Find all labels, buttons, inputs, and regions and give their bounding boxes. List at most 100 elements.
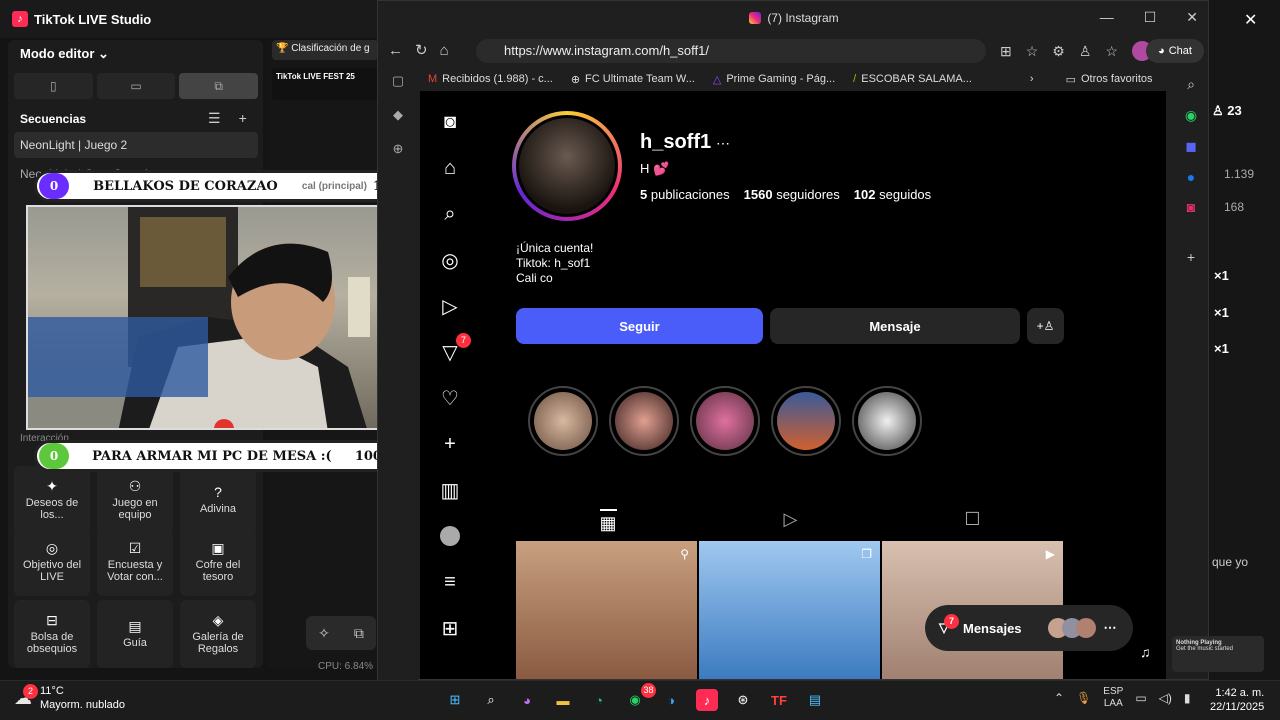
- post-thumbnail[interactable]: ⚲: [516, 541, 697, 679]
- suggest-user-icon[interactable]: +♙: [1027, 308, 1064, 344]
- obs-icon[interactable]: ⊛: [732, 689, 754, 711]
- direct-icon[interactable]: ▽ 7: [437, 333, 471, 365]
- tool-gift-bag[interactable]: ⊟ Bolsa de obsequios: [14, 600, 90, 668]
- chevron-up-icon[interactable]: ⌃: [1054, 691, 1064, 705]
- reels-icon[interactable]: ▷: [437, 293, 463, 319]
- whatsapp-icon[interactable]: ◉: [1185, 107, 1197, 124]
- favorite-fc[interactable]: ⊕ FC Ultimate Team W...: [571, 73, 695, 86]
- home-icon[interactable]: ⌂: [440, 42, 449, 59]
- search-icon[interactable]: ⌕: [480, 689, 502, 711]
- livefest-banner[interactable]: TikTok LIVE FEST 25: [272, 68, 378, 100]
- volume-icon[interactable]: ◁): [1159, 691, 1172, 705]
- tagged-tab-icon[interactable]: ☐: [964, 509, 980, 539]
- message-button[interactable]: Mensaje: [770, 308, 1020, 344]
- app-icon[interactable]: ◆: [393, 107, 403, 123]
- reels-tab-icon[interactable]: ▷: [784, 509, 798, 539]
- posts-grid-icon[interactable]: ▦: [599, 509, 617, 539]
- add-icon[interactable]: +: [1187, 249, 1195, 265]
- favorite-escobar[interactable]: / ESCOBAR SALAMA...: [853, 73, 972, 85]
- profile-picture[interactable]: [512, 111, 622, 221]
- copilot-chat-button[interactable]: ◕ Chat: [1146, 39, 1204, 63]
- close-icon[interactable]: ✕: [1244, 10, 1257, 30]
- edit-layout-icon[interactable]: ⧉: [354, 625, 364, 642]
- mode-editor-dropdown[interactable]: Modo editor ⌄: [20, 46, 109, 62]
- extensions-icon[interactable]: ⚙: [1052, 43, 1065, 60]
- close-icon[interactable]: ✕: [1186, 9, 1198, 26]
- landscape-layout-button[interactable]: ▭: [96, 73, 176, 99]
- whatsapp-icon[interactable]: ◉ 38: [624, 683, 656, 711]
- story-highlight[interactable]: [771, 386, 841, 456]
- clock[interactable]: 1:42 a. m. 22/11/2025: [1210, 686, 1264, 714]
- following-count[interactable]: 102 seguidos: [854, 187, 931, 202]
- add-icon[interactable]: +: [239, 110, 247, 127]
- tool-guide[interactable]: ▤ Guía: [97, 600, 173, 668]
- search-icon[interactable]: ⌕: [437, 201, 463, 227]
- messages-pill[interactable]: ▽ 7 Mensajes ⋯: [925, 605, 1133, 651]
- reload-icon[interactable]: ↻: [415, 41, 428, 59]
- threads-icon[interactable]: ⊞: [437, 615, 463, 641]
- menu-icon[interactable]: ≡: [437, 569, 463, 595]
- file-explorer-icon[interactable]: ▬: [552, 689, 574, 711]
- dual-layout-button[interactable]: ⧉: [179, 73, 259, 99]
- now-playing-widget[interactable]: Nothing Playing Get the music started: [1172, 636, 1264, 672]
- music-note-icon[interactable]: ♫: [1140, 644, 1151, 660]
- home-icon[interactable]: ⌂: [437, 155, 463, 181]
- language-indicator[interactable]: ESP LAA: [1103, 686, 1123, 710]
- create-icon[interactable]: +: [437, 431, 463, 457]
- tool-gift-gallery[interactable]: ◈ Galería de Regalos: [180, 600, 256, 668]
- tool-live-goal[interactable]: ◎ Objetivo del LIVE: [14, 528, 90, 596]
- post-thumbnail[interactable]: ❐: [699, 541, 880, 679]
- world-icon[interactable]: ⊕: [393, 141, 404, 157]
- notepad-icon[interactable]: ▤: [804, 689, 826, 711]
- profile-avatar-icon[interactable]: [437, 523, 463, 549]
- tool-poll[interactable]: ☑ Encuesta y Votar con...: [97, 528, 173, 596]
- instagram-icon[interactable]: ◙: [1187, 199, 1195, 215]
- tool-wishes[interactable]: ✦ Deseos de los...: [14, 466, 90, 534]
- favorite-star-icon[interactable]: ☆: [1026, 43, 1039, 60]
- windows-start-icon[interactable]: ⊞: [444, 689, 466, 711]
- collections-icon[interactable]: ☆: [1105, 43, 1118, 60]
- sequence-item[interactable]: NeonLight | Juego 2: [14, 132, 258, 158]
- search-icon[interactable]: ⌕: [1187, 76, 1195, 93]
- minimize-icon[interactable]: —: [1100, 9, 1114, 26]
- tf-app-icon[interactable]: TF: [768, 689, 790, 711]
- network-icon[interactable]: ▭: [1135, 691, 1146, 705]
- microphone-icon[interactable]: 🎙: [1076, 691, 1091, 705]
- apps-icon[interactable]: ⊞: [1000, 43, 1012, 60]
- other-favorites[interactable]: ▭ Otros favoritos: [1066, 73, 1153, 86]
- portrait-layout-button[interactable]: ▯: [14, 73, 93, 99]
- heart-icon[interactable]: ♡: [437, 385, 463, 411]
- vpn-icon[interactable]: ♙: [1079, 43, 1092, 60]
- story-highlight[interactable]: [852, 386, 922, 456]
- tool-treasure-chest[interactable]: ▣ Cofre del tesoro: [180, 528, 256, 596]
- list-icon[interactable]: ☰: [208, 110, 221, 127]
- address-bar[interactable]: https://www.instagram.com/h_soff1/: [476, 39, 986, 63]
- promo-banner[interactable]: 🏆 Clasificación de g: [272, 40, 378, 60]
- copilot-icon[interactable]: ◕: [516, 689, 538, 711]
- favorite-gmail[interactable]: M Recibidos (1.988) - c...: [428, 73, 553, 85]
- story-highlight[interactable]: [609, 386, 679, 456]
- tiktok-icon[interactable]: ♪: [696, 689, 718, 711]
- story-highlight[interactable]: [528, 386, 598, 456]
- battery-icon[interactable]: ▮: [1184, 691, 1191, 705]
- maximize-icon[interactable]: ☐: [1144, 9, 1157, 26]
- facebook-icon[interactable]: ●: [1187, 169, 1195, 185]
- tool-guess[interactable]: ? Adivina: [180, 466, 256, 534]
- favorite-prime[interactable]: △ Prime Gaming - Pág...: [713, 73, 835, 86]
- instagram-logo-icon[interactable]: ◙: [437, 109, 463, 135]
- story-highlight[interactable]: [690, 386, 760, 456]
- tool-team-game[interactable]: ⚇ Juego en equipo: [97, 466, 173, 534]
- chevron-right-icon[interactable]: ›: [1030, 73, 1034, 85]
- followers-count[interactable]: 1560 seguidores: [744, 187, 840, 202]
- more-options-icon[interactable]: ⋯: [716, 135, 730, 152]
- explore-icon[interactable]: ◎: [437, 247, 463, 273]
- edge-icon[interactable]: ◔: [588, 689, 610, 711]
- back-icon[interactable]: ←: [388, 42, 403, 59]
- discord-icon[interactable]: ◼: [1185, 138, 1197, 155]
- edge-browser-icon[interactable]: ◑: [660, 689, 682, 711]
- dashboard-icon[interactable]: ▥: [437, 477, 463, 503]
- tab-actions-icon[interactable]: ▢: [392, 73, 404, 89]
- follow-button[interactable]: Seguir: [516, 308, 763, 344]
- magic-wand-icon[interactable]: ✧: [318, 625, 330, 642]
- weather-widget[interactable]: ☁ 2 11°C Mayorm. nublado: [14, 683, 125, 712]
